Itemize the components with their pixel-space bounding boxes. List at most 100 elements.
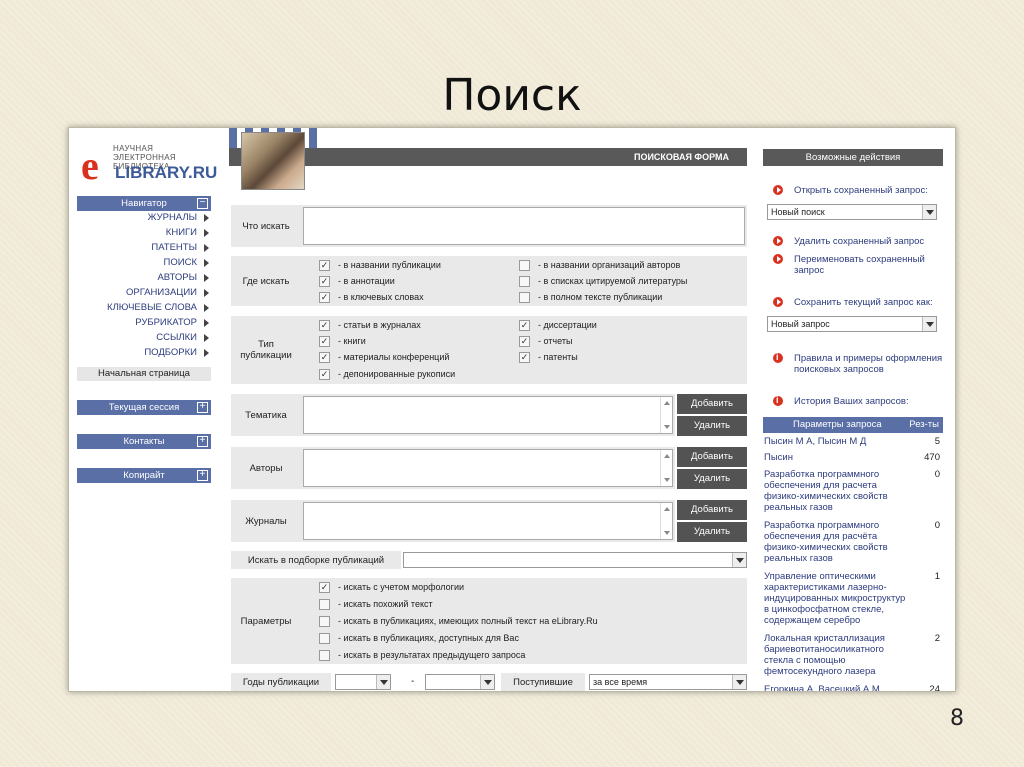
authors-delete-button[interactable]: Удалить (677, 469, 747, 489)
query-textarea[interactable] (303, 207, 745, 245)
checkbox-icon[interactable] (519, 260, 530, 272)
journals-field[interactable] (303, 502, 673, 540)
where-option[interactable]: - в названии организаций авторов (519, 260, 680, 274)
type-option[interactable]: - депонированные рукописи (319, 369, 455, 383)
subject-add-button[interactable]: Добавить (677, 394, 747, 414)
chevron-down-icon[interactable] (732, 553, 746, 567)
checkbox-icon[interactable] (319, 582, 330, 594)
type-option[interactable]: - диссертации (519, 320, 597, 334)
expand-icon[interactable]: + (197, 436, 208, 447)
collection-select[interactable] (403, 552, 747, 568)
scrollbar[interactable] (660, 503, 672, 539)
year-to-select[interactable] (425, 674, 495, 690)
nav-item-collections[interactable]: ПОДБОРКИ (77, 345, 211, 360)
copyright-header[interactable]: Копирайт + (77, 468, 211, 483)
expand-icon[interactable]: + (197, 402, 208, 413)
journals-add-button[interactable]: Добавить (677, 500, 747, 520)
history-row[interactable]: Локальная кристаллизация бариевотитаноси… (764, 633, 942, 677)
year-from-select[interactable] (335, 674, 391, 690)
type-option[interactable]: - книги (319, 336, 366, 350)
type-option[interactable]: - материалы конференций (319, 352, 449, 366)
authors-field[interactable] (303, 449, 673, 487)
checkbox-icon[interactable] (319, 260, 330, 272)
delete-saved-link[interactable]: Удалить сохраненный запрос (794, 236, 924, 247)
scrollbar[interactable] (660, 450, 672, 486)
chevron-down-icon[interactable] (376, 675, 390, 689)
type-option[interactable]: - статьи в журналах (319, 320, 421, 334)
save-current-link[interactable]: Сохранить текущий запрос как: (794, 297, 933, 308)
expand-icon[interactable]: + (197, 470, 208, 481)
param-option[interactable]: - искать в результатах предыдущего запро… (319, 650, 525, 664)
history-query[interactable]: Егоркина А, Васецкий А М (764, 684, 880, 691)
where-option[interactable]: - в полном тексте публикации (519, 292, 662, 306)
param-option[interactable]: - искать с учетом морфологии (319, 582, 464, 596)
journals-delete-button[interactable]: Удалить (677, 522, 747, 542)
type-option[interactable]: - патенты (519, 352, 578, 366)
received-select[interactable]: за все время (589, 674, 747, 690)
history-query[interactable]: Пысин (764, 452, 793, 463)
checkbox-icon[interactable] (519, 352, 530, 364)
checkbox-icon[interactable] (319, 320, 330, 332)
checkbox-icon[interactable] (519, 320, 530, 332)
checkbox-icon[interactable] (319, 352, 330, 364)
history-query[interactable]: Локальная кристаллизация бариевотитаноси… (764, 633, 894, 677)
session-header[interactable]: Текущая сессия + (77, 400, 211, 415)
history-row[interactable]: Управление оптическими характеристиками … (764, 571, 942, 626)
nav-item-books[interactable]: КНИГИ (77, 225, 211, 240)
checkbox-icon[interactable] (319, 276, 330, 288)
history-query[interactable]: Разработка программного обеспечения для … (764, 520, 894, 564)
subject-field[interactable] (303, 396, 673, 434)
checkbox-icon[interactable] (319, 336, 330, 348)
where-option[interactable]: - в списках цитируемой литературы (519, 276, 687, 290)
history-row[interactable]: Разработка программного обеспечения для … (764, 469, 942, 513)
history-row[interactable]: Разработка программного обеспечения для … (764, 520, 942, 564)
param-option[interactable]: - искать в публикациях, доступных для Ва… (319, 633, 519, 647)
collapse-icon[interactable]: − (197, 198, 208, 209)
checkbox-icon[interactable] (319, 650, 330, 662)
nav-item-search[interactable]: ПОИСК (77, 255, 211, 270)
navigator-header[interactable]: Навигатор − (77, 196, 211, 211)
where-option[interactable]: - в аннотации (319, 276, 395, 290)
logo-name[interactable]: LIBRARY.RU (115, 163, 217, 183)
home-page-link[interactable]: Начальная страница (77, 367, 211, 381)
checkbox-icon[interactable] (519, 276, 530, 288)
subject-delete-button[interactable]: Удалить (677, 416, 747, 436)
checkbox-icon[interactable] (319, 292, 330, 304)
type-option[interactable]: - отчеты (519, 336, 572, 350)
chevron-down-icon[interactable] (480, 675, 494, 689)
param-option[interactable]: - искать похожий текст (319, 599, 433, 613)
checkbox-icon[interactable] (519, 292, 530, 304)
history-query[interactable]: Пысин М А, Пысин М Д (764, 436, 866, 447)
nav-item-organizations[interactable]: ОРГАНИЗАЦИИ (77, 285, 211, 300)
nav-item-rubricator[interactable]: РУБРИКАТОР (77, 315, 211, 330)
history-query[interactable]: Разработка программного обеспечения для … (764, 469, 894, 513)
where-option[interactable]: - в ключевых словах (319, 292, 424, 306)
checkbox-icon[interactable] (319, 599, 330, 611)
open-saved-link[interactable]: Открыть сохраненный запрос: (794, 185, 928, 196)
history-row[interactable]: Пысин 470 (764, 452, 942, 463)
checkbox-icon[interactable] (319, 633, 330, 645)
contacts-header[interactable]: Контакты + (77, 434, 211, 449)
checkbox-icon[interactable] (319, 616, 330, 628)
chevron-down-icon[interactable] (732, 675, 746, 689)
checkbox-icon[interactable] (519, 336, 530, 348)
nav-item-links[interactable]: ССЫЛКИ (77, 330, 211, 345)
chevron-down-icon[interactable] (922, 205, 936, 219)
param-option[interactable]: - искать в публикациях, имеющих полный т… (319, 616, 598, 630)
chevron-down-icon[interactable] (922, 317, 936, 331)
history-row[interactable]: Пысин М А, Пысин М Д 5 (764, 436, 942, 447)
save-current-select[interactable]: Новый запрос (767, 316, 937, 332)
nav-item-journals[interactable]: ЖУРНАЛЫ (77, 210, 211, 225)
history-query[interactable]: Управление оптическими характеристиками … (764, 571, 906, 626)
history-row[interactable]: Егоркина А, Васецкий А М 24 (764, 684, 942, 691)
open-saved-select[interactable]: Новый поиск (767, 204, 937, 220)
rename-saved-link[interactable]: Переименовать сохраненный запрос (794, 254, 944, 276)
authors-add-button[interactable]: Добавить (677, 447, 747, 467)
nav-item-keywords[interactable]: КЛЮЧЕВЫЕ СЛОВА (77, 300, 211, 315)
nav-item-authors[interactable]: АВТОРЫ (77, 270, 211, 285)
scrollbar[interactable] (660, 397, 672, 433)
rules-link[interactable]: Правила и примеры оформления поисковых з… (794, 353, 944, 375)
checkbox-icon[interactable] (319, 369, 330, 381)
where-option[interactable]: - в названии публикации (319, 260, 441, 274)
nav-item-patents[interactable]: ПАТЕНТЫ (77, 240, 211, 255)
